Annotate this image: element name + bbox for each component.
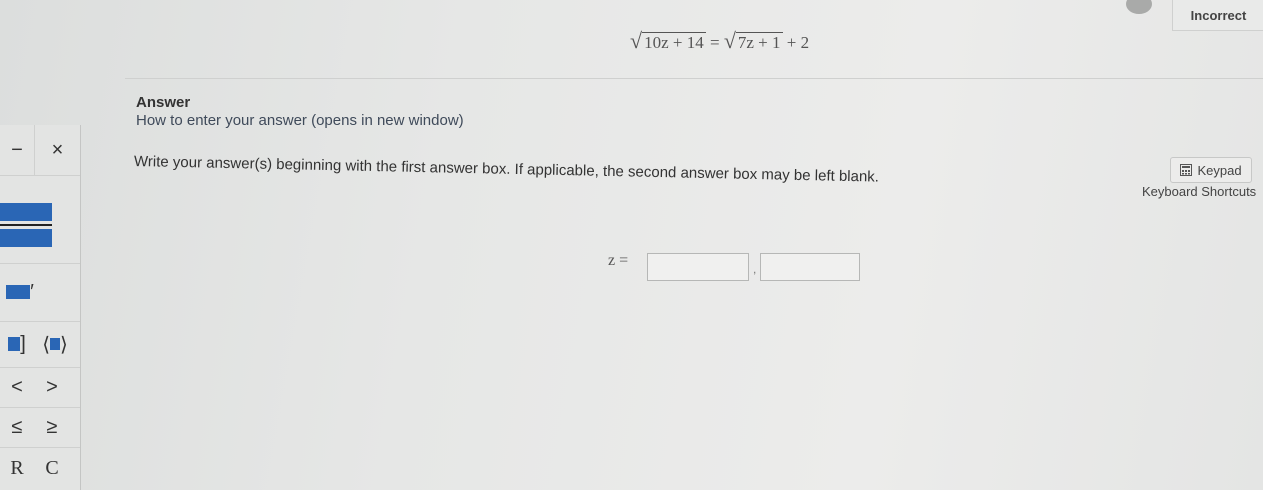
keypad-row-compare: < >: [0, 367, 80, 408]
right-radicand: 7z + 1: [735, 32, 783, 52]
section-divider: [125, 78, 1263, 79]
keypad-row-brackets: ] ⟨ ⟩: [0, 321, 80, 368]
leq-key[interactable]: ≤: [0, 407, 34, 447]
status-circle-icon: [1126, 0, 1152, 14]
geq-key[interactable]: ≥: [35, 407, 69, 447]
instructions-text: Write your answer(s) beginning with the …: [133, 153, 880, 186]
incorrect-status[interactable]: Incorrect: [1172, 0, 1263, 31]
angle-bracket-key[interactable]: ⟨ ⟩: [35, 321, 75, 367]
answer-heading: Answer: [136, 94, 191, 111]
math-keypad-panel: − × ′ ] ⟨ ⟩ < > ≤ ≥ R C: [0, 125, 81, 490]
prime-key[interactable]: ′: [0, 263, 80, 322]
less-than-key[interactable]: <: [0, 367, 34, 407]
fraction-key[interactable]: [0, 175, 80, 264]
answer-box-2[interactable]: [760, 253, 860, 281]
radical-sign: √: [723, 28, 736, 53]
keypad-row-inequality: ≤ ≥: [0, 407, 80, 448]
keypad-icon: [1180, 164, 1193, 176]
keyboard-shortcuts-link[interactable]: Keyboard Shortcuts: [1142, 184, 1256, 199]
times-key[interactable]: ×: [35, 125, 80, 175]
bracket-key[interactable]: ]: [0, 321, 34, 367]
reals-key[interactable]: R: [0, 447, 34, 490]
right-tail: + 2: [786, 33, 810, 52]
variable-label: z =: [608, 252, 629, 269]
keypad-row-sets: R C: [0, 447, 80, 490]
greater-than-key[interactable]: >: [35, 367, 69, 407]
keypad-button[interactable]: Keypad: [1170, 157, 1252, 183]
problem-equation: √ 10z + 14 = √ 7z + 1 + 2: [630, 28, 809, 54]
radical-sign: √: [630, 28, 643, 53]
answer-box-1[interactable]: [647, 253, 749, 281]
complex-key[interactable]: C: [35, 447, 69, 490]
minus-key[interactable]: −: [0, 125, 35, 175]
answer-separator: ,: [753, 262, 757, 276]
left-radicand: 10z + 14: [642, 32, 706, 52]
howto-link[interactable]: How to enter your answer (opens in new w…: [136, 112, 464, 129]
keypad-label: Keypad: [1197, 162, 1242, 178]
equals-sign: =: [709, 33, 720, 52]
keypad-row-ops: − ×: [0, 125, 80, 176]
